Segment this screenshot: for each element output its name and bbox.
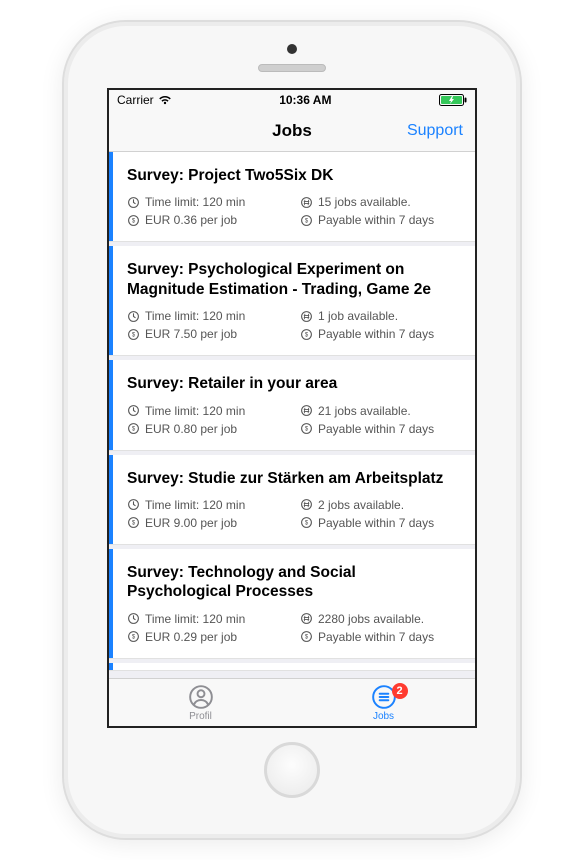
job-pay: $ EUR 0.80 per job	[127, 422, 290, 436]
money-icon: $	[127, 630, 140, 643]
hash-icon	[300, 612, 313, 625]
svg-text:$: $	[305, 332, 309, 338]
job-pay: $ EUR 7.50 per job	[127, 327, 290, 341]
hash-icon	[300, 196, 313, 209]
job-time-limit: Time limit: 120 min	[127, 195, 290, 209]
job-available: 1 job available.	[300, 309, 463, 323]
money-icon: $	[127, 516, 140, 529]
tab-jobs-label: Jobs	[373, 711, 394, 722]
money-icon: $	[127, 214, 140, 227]
nav-bar: Jobs Support	[109, 110, 475, 152]
money-icon: $	[127, 422, 140, 435]
job-time-limit: Time limit: 120 min	[127, 309, 290, 323]
clock-icon	[127, 498, 140, 511]
job-available: 2 jobs available.	[300, 498, 463, 512]
job-payable: $ Payable within 7 days	[300, 516, 463, 530]
job-available: 2280 jobs available.	[300, 612, 463, 626]
clock-icon	[127, 612, 140, 625]
job-payable: $ Payable within 7 days	[300, 630, 463, 644]
home-button[interactable]	[264, 742, 320, 798]
svg-text:$: $	[132, 635, 136, 641]
job-title: Survey: Technology and Social Psychologi…	[127, 563, 463, 602]
carrier-label: Carrier	[117, 93, 154, 107]
clock-icon	[127, 404, 140, 417]
job-card-partial[interactable]	[109, 663, 475, 671]
svg-text:$: $	[305, 521, 309, 527]
wifi-icon	[158, 95, 172, 105]
job-card[interactable]: Survey: Retailer in your area Time limit…	[109, 360, 475, 450]
tab-jobs[interactable]: Jobs 2	[292, 679, 475, 726]
job-card[interactable]: Survey: Studie zur Stärken am Arbeitspla…	[109, 455, 475, 545]
job-card[interactable]: Survey: Technology and Social Psychologi…	[109, 549, 475, 659]
tab-profile[interactable]: Profil	[109, 679, 292, 726]
svg-text:$: $	[132, 219, 136, 225]
job-card[interactable]: Survey: Psychological Experiment on Magn…	[109, 246, 475, 356]
money-icon: $	[300, 214, 313, 227]
job-title: Survey: Project Two5Six DK	[127, 166, 463, 185]
svg-text:$: $	[305, 219, 309, 225]
clock-icon	[127, 196, 140, 209]
svg-text:$: $	[132, 427, 136, 433]
svg-text:$: $	[305, 427, 309, 433]
clock-icon	[127, 310, 140, 323]
job-time-limit: Time limit: 120 min	[127, 612, 290, 626]
phone-frame: Carrier 10:36 AM Jobs	[62, 20, 522, 840]
money-icon: $	[300, 630, 313, 643]
profile-icon	[188, 684, 214, 710]
tab-bar: Profil Jobs 2	[109, 678, 475, 726]
job-title: Survey: Retailer in your area	[127, 374, 463, 393]
svg-text:$: $	[305, 635, 309, 641]
jobs-badge: 2	[392, 683, 408, 699]
job-time-limit: Time limit: 120 min	[127, 498, 290, 512]
job-pay: $ EUR 0.36 per job	[127, 213, 290, 227]
money-icon: $	[300, 422, 313, 435]
hash-icon	[300, 498, 313, 511]
jobs-list[interactable]: Survey: Project Two5Six DK Time limit: 1…	[109, 152, 475, 678]
job-available: 21 jobs available.	[300, 404, 463, 418]
speaker-grill	[258, 64, 326, 72]
hash-icon	[300, 310, 313, 323]
support-button[interactable]: Support	[407, 122, 463, 140]
hash-icon	[300, 404, 313, 417]
status-time: 10:36 AM	[279, 93, 331, 107]
job-time-limit: Time limit: 120 min	[127, 404, 290, 418]
screen: Carrier 10:36 AM Jobs	[107, 88, 477, 728]
svg-text:$: $	[132, 521, 136, 527]
status-bar: Carrier 10:36 AM	[109, 90, 475, 110]
job-pay: $ EUR 0.29 per job	[127, 630, 290, 644]
job-card[interactable]: Survey: Project Two5Six DK Time limit: 1…	[109, 152, 475, 242]
job-pay: $ EUR 9.00 per job	[127, 516, 290, 530]
job-payable: $ Payable within 7 days	[300, 422, 463, 436]
tab-profile-label: Profil	[189, 711, 212, 722]
job-payable: $ Payable within 7 days	[300, 213, 463, 227]
front-camera	[287, 44, 297, 54]
battery-icon	[439, 94, 467, 106]
money-icon: $	[300, 328, 313, 341]
job-available: 15 jobs available.	[300, 195, 463, 209]
svg-text:$: $	[132, 332, 136, 338]
job-title: Survey: Psychological Experiment on Magn…	[127, 260, 463, 299]
job-payable: $ Payable within 7 days	[300, 327, 463, 341]
money-icon: $	[300, 516, 313, 529]
money-icon: $	[127, 328, 140, 341]
job-title: Survey: Studie zur Stärken am Arbeitspla…	[127, 469, 463, 488]
